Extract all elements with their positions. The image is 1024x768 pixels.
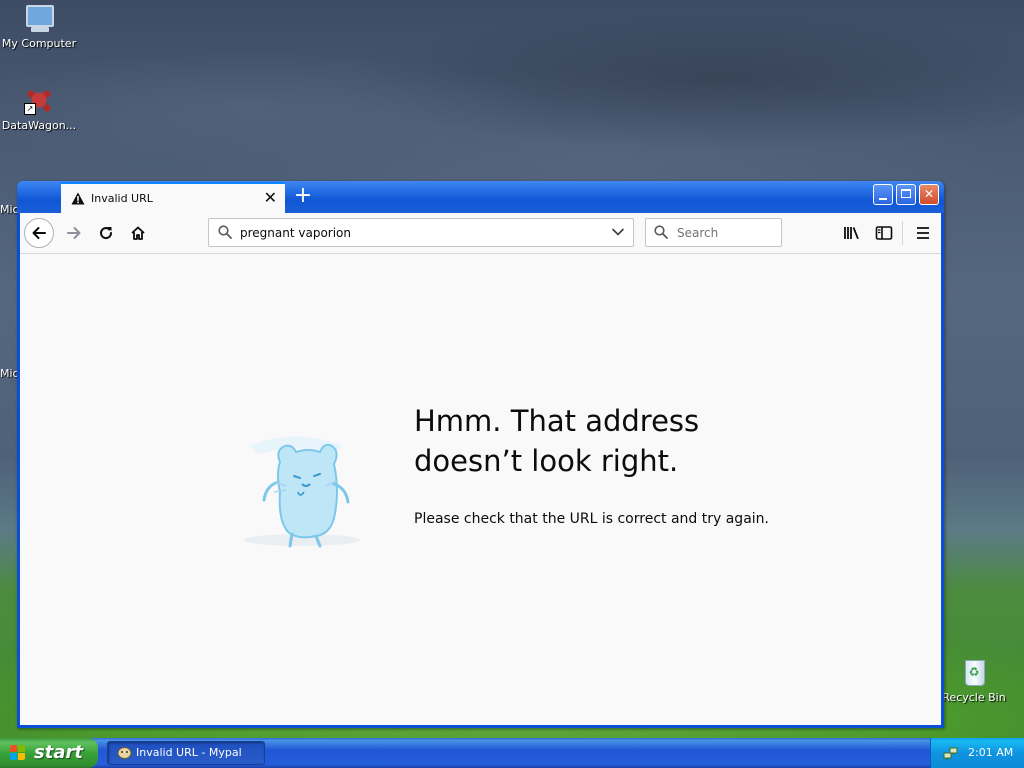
start-button[interactable]: start	[0, 738, 98, 768]
warning-icon	[71, 192, 85, 205]
computer-icon	[23, 2, 55, 34]
forward-arrow-icon	[67, 227, 81, 239]
search-icon	[218, 225, 232, 239]
desktop-icon-label: Recycle Bin	[942, 691, 1006, 704]
desktop-icon-label-partial[interactable]: Mic	[0, 367, 19, 380]
taskbar-item-mypal[interactable]: Invalid URL - Mypal	[107, 741, 265, 765]
desktop-icon-datawagon[interactable]: ↗ DataWagon...	[0, 84, 78, 132]
taskbar-item-label: Invalid URL - Mypal	[136, 746, 242, 759]
back-button[interactable]	[24, 218, 54, 248]
library-icon[interactable]	[842, 223, 862, 243]
toolbar-separator	[902, 221, 903, 245]
error-title: Hmm. That address doesn’t look right.	[414, 404, 700, 478]
datawagon-icon: ↗	[23, 84, 55, 116]
desktop-icon-recycle-bin[interactable]: ♻ Recycle Bin	[935, 656, 1013, 704]
search-bar[interactable]: Search	[645, 218, 782, 247]
search-icon	[654, 225, 668, 239]
desktop-icon-label-partial[interactable]: Mic	[0, 203, 19, 216]
reload-button[interactable]	[92, 219, 120, 247]
taskbar: start Invalid URL - Mypal 2:01 AM	[0, 738, 1024, 768]
url-bar[interactable]: pregnant vaporion	[208, 218, 634, 247]
mypal-app-icon	[117, 747, 132, 759]
title-bar[interactable]: Invalid URL ✕ + ✕	[17, 181, 944, 213]
system-tray: 2:01 AM	[930, 738, 1024, 768]
network-icon[interactable]	[943, 745, 959, 761]
minimize-button[interactable]	[873, 184, 893, 205]
error-message: Please check that the URL is correct and…	[414, 511, 769, 527]
desktop-icon-my-computer[interactable]: My Computer	[0, 2, 78, 50]
search-placeholder: Search	[677, 226, 719, 240]
hamburger-menu-icon[interactable]	[913, 223, 933, 243]
navigation-toolbar: pregnant vaporion Search	[20, 213, 941, 254]
maximize-button[interactable]	[896, 184, 916, 205]
windows-logo-icon	[10, 745, 26, 761]
chevron-down-icon[interactable]	[611, 225, 625, 239]
tab-invalid-url[interactable]: Invalid URL ✕	[61, 182, 285, 213]
home-icon	[131, 226, 145, 240]
home-button[interactable]	[124, 219, 152, 247]
forward-button[interactable]	[60, 219, 88, 247]
new-tab-button[interactable]: +	[292, 183, 314, 209]
page-content: Hmm. That address doesn’t look right. Pl…	[20, 254, 941, 725]
browser-window: Invalid URL ✕ + ✕ pregnant vaporion Sear…	[17, 181, 944, 728]
back-arrow-icon	[32, 227, 46, 239]
hamster-illustration	[244, 436, 360, 548]
sidebar-toggle-icon[interactable]	[874, 223, 894, 243]
start-label: start	[34, 742, 83, 763]
shortcut-arrow-icon: ↗	[24, 103, 36, 115]
tab-close-icon[interactable]: ✕	[264, 188, 277, 207]
recycle-bin-icon: ♻	[958, 656, 990, 688]
url-text[interactable]: pregnant vaporion	[240, 226, 351, 240]
reload-icon	[100, 227, 113, 240]
desktop-icon-label: My Computer	[1, 37, 77, 50]
close-window-button[interactable]: ✕	[919, 184, 939, 205]
desktop-icon-label: DataWagon...	[1, 119, 77, 132]
tab-title: Invalid URL	[91, 192, 153, 205]
clock[interactable]: 2:01 AM	[968, 746, 1013, 759]
